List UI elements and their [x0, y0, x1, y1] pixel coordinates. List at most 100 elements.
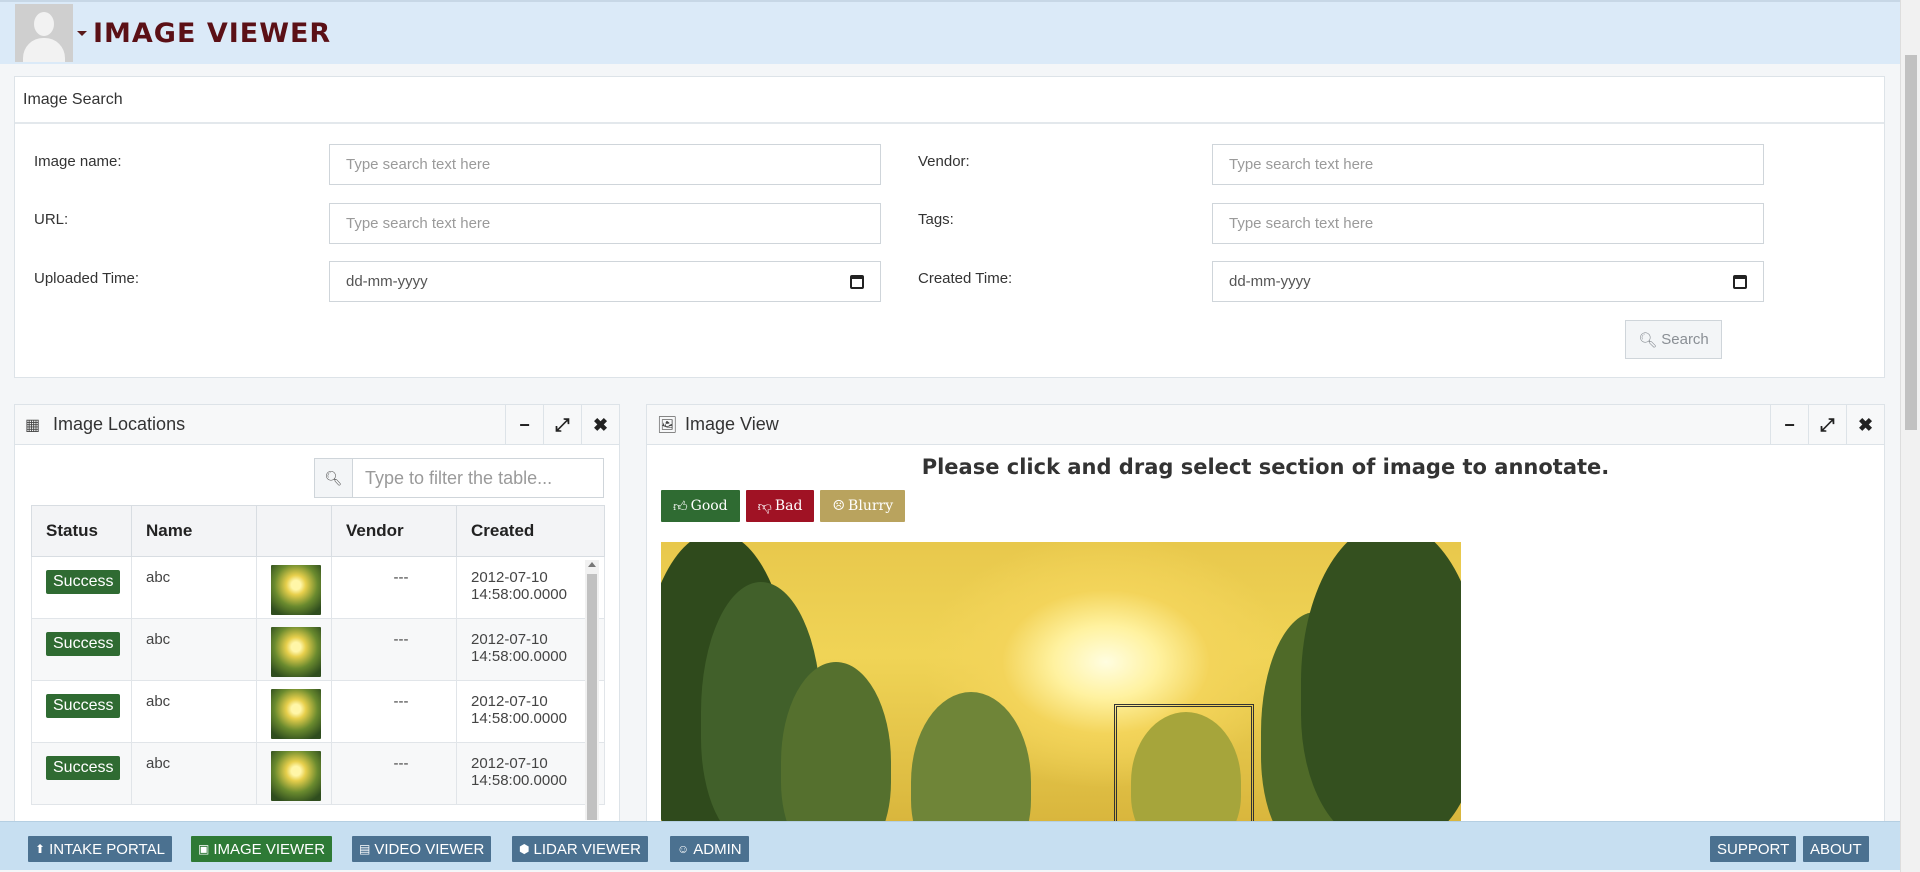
nav-admin[interactable]: ☺ ADMIN [670, 836, 749, 862]
close-icon[interactable]: ✖ [1846, 405, 1884, 445]
row-vendor: --- [331, 556, 457, 619]
status-badge: Success [46, 756, 121, 780]
row-name: abc [131, 742, 257, 805]
user-icon: ☺ [677, 842, 690, 856]
minimize-icon[interactable]: − [505, 405, 543, 445]
image-locations-table: Status Name Vendor Created Success abc -… [31, 505, 605, 805]
table-scrollbar[interactable] [585, 560, 599, 820]
image-thumbnail[interactable] [271, 751, 321, 801]
created-time-input[interactable]: dd-mm-yyyy [1212, 261, 1764, 302]
table-row[interactable]: Success abc --- 2012-07-10 14:58:00.0000 [31, 742, 605, 805]
frown-icon: ☹ [832, 498, 846, 514]
table-icon: ▦ [25, 416, 41, 434]
page-title: IMAGE VIEWER [93, 17, 332, 49]
nav-lidar-viewer[interactable]: ⬢ LIDAR VIEWER [512, 836, 649, 862]
search-button[interactable]: 🔍︎ Search [1625, 320, 1722, 359]
good-button-label: Good [690, 498, 728, 514]
nav-label: INTAKE PORTAL [49, 840, 165, 858]
column-header-vendor[interactable]: Vendor [331, 505, 457, 557]
uploaded-time-value: dd-mm-yyyy [346, 273, 428, 290]
row-vendor: --- [331, 742, 457, 805]
nav-label: LIDAR VIEWER [533, 840, 642, 858]
table-filter[interactable]: 🔍︎ Type to filter the table... [314, 458, 604, 498]
column-header-created[interactable]: Created [456, 505, 605, 557]
vendor-label: Vendor: [918, 153, 970, 170]
image-locations-widget: ▦ Image Locations − ⤢ ✖ 🔍︎ Type to filte… [14, 404, 620, 822]
thumbs-up-icon: 👍︎ [673, 498, 688, 515]
image-view-header: 🖼︎ Image View − ⤢ ✖ [647, 405, 1884, 445]
nav-image-viewer[interactable]: ▣ IMAGE VIEWER [191, 836, 333, 862]
minimize-icon[interactable]: − [1770, 405, 1808, 445]
table-filter-input[interactable]: Type to filter the table... [353, 459, 603, 497]
status-badge: Success [46, 632, 121, 656]
nav-label: ADMIN [693, 840, 742, 858]
caret-down-icon[interactable] [77, 30, 87, 36]
selection-box[interactable] [1114, 704, 1254, 827]
vendor-input[interactable]: Type search text here [1212, 144, 1764, 185]
uploaded-time-input[interactable]: dd-mm-yyyy [329, 261, 881, 302]
nav-label: IMAGE VIEWER [213, 840, 326, 858]
nav-label: SUPPORT [1717, 840, 1790, 858]
bad-button-label: Bad [774, 498, 803, 514]
image-name-input[interactable]: Type search text here [329, 144, 881, 185]
bad-button[interactable]: 👎︎ Bad [745, 490, 815, 522]
calendar-icon[interactable] [1733, 274, 1747, 289]
table-row[interactable]: Success abc --- 2012-07-10 14:58:00.0000 [31, 556, 605, 619]
nav-about[interactable]: ABOUT [1803, 836, 1869, 862]
image-locations-title: Image Locations [53, 414, 186, 434]
image-thumbnail[interactable] [271, 627, 321, 677]
created-time-value: dd-mm-yyyy [1229, 273, 1311, 290]
user-avatar[interactable] [15, 4, 73, 62]
created-time-label: Created Time: [918, 270, 1013, 287]
table-row[interactable]: Success abc --- 2012-07-10 14:58:00.0000 [31, 680, 605, 743]
column-header-name[interactable]: Name [131, 505, 257, 557]
close-icon[interactable]: ✖ [581, 405, 619, 445]
page-scrollbar[interactable] [1900, 0, 1920, 872]
upload-icon: ⬆ [35, 842, 46, 856]
bottom-nav: ⬆ INTAKE PORTAL ▣ IMAGE VIEWER ▤ VIDEO V… [0, 821, 1900, 870]
nav-support[interactable]: SUPPORT [1710, 836, 1797, 862]
url-input[interactable]: Type search text here [329, 203, 881, 244]
nav-label: VIDEO VIEWER [374, 840, 485, 858]
cube-icon: ⬢ [519, 842, 530, 856]
row-name: abc [131, 680, 257, 743]
search-icon: 🔍︎ [315, 459, 353, 497]
blurry-button-label: Blurry [848, 498, 894, 514]
expand-icon[interactable]: ⤢ [543, 405, 581, 445]
annotation-instruction: Please click and drag select section of … [921, 455, 1610, 479]
url-label: URL: [34, 211, 69, 228]
image-thumbnail[interactable] [271, 565, 321, 615]
file-icon: ▤ [359, 842, 371, 856]
image-view-title: Image View [685, 414, 779, 434]
search-icon: 🔍︎ [1638, 331, 1658, 349]
image-name-label: Image name: [34, 153, 122, 170]
row-created: 2012-07-10 14:58:00.0000 [456, 680, 605, 743]
nav-video-viewer[interactable]: ▤ VIDEO VIEWER [352, 836, 492, 862]
image-thumbnail[interactable] [271, 689, 321, 739]
search-button-label: Search [1661, 331, 1709, 348]
table-row[interactable]: Success abc --- 2012-07-10 14:58:00.0000 [31, 618, 605, 681]
status-badge: Success [46, 570, 121, 594]
blurry-button[interactable]: ☹ Blurry [820, 490, 906, 522]
tags-input[interactable]: Type search text here [1212, 203, 1764, 244]
search-panel-title: Image Search [15, 77, 1884, 124]
good-button[interactable]: 👍︎ Good [661, 490, 740, 522]
image-search-panel: Image Search Image name: Type search tex… [14, 76, 1885, 378]
column-header-thumbnail [256, 505, 332, 557]
nav-intake-portal[interactable]: ⬆ INTAKE PORTAL [28, 836, 172, 862]
row-created: 2012-07-10 14:58:00.0000 [456, 742, 605, 805]
status-badge: Success [46, 694, 121, 718]
nav-label: ABOUT [1810, 840, 1862, 858]
row-created: 2012-07-10 14:58:00.0000 [456, 556, 605, 619]
expand-icon[interactable]: ⤢ [1808, 405, 1846, 445]
thumbs-down-icon: 👎︎ [757, 498, 772, 515]
picture-icon: ▣ [198, 842, 210, 856]
row-vendor: --- [331, 618, 457, 681]
calendar-icon[interactable] [850, 274, 864, 289]
row-name: abc [131, 556, 257, 619]
annotatable-image[interactable] [661, 542, 1461, 827]
image-locations-header: ▦ Image Locations − ⤢ ✖ [15, 405, 619, 445]
row-vendor: --- [331, 680, 457, 743]
tags-label: Tags: [918, 211, 954, 228]
column-header-status[interactable]: Status [31, 505, 132, 557]
